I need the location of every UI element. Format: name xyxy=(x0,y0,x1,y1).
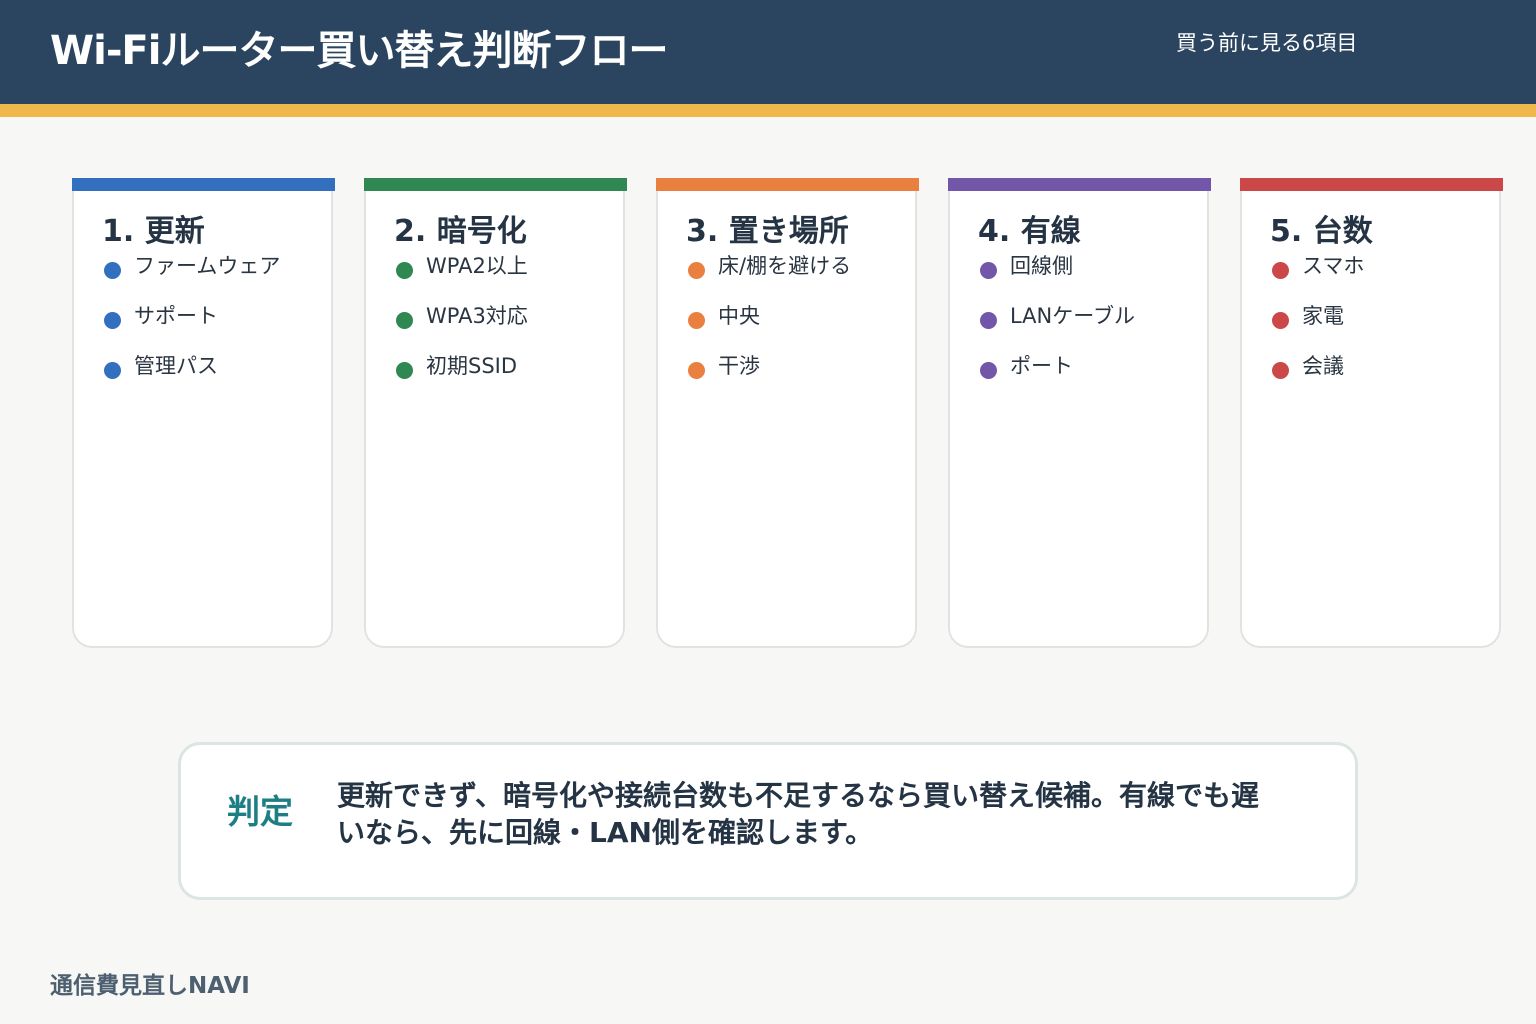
list-item-label: 干渉 xyxy=(718,354,760,378)
list-item-label: LANケーブル xyxy=(1010,304,1135,328)
card-color-bar xyxy=(948,178,1211,191)
bullet-dot-icon xyxy=(396,262,413,279)
bullet-dot-icon xyxy=(980,312,997,329)
list-item: 管理パス xyxy=(102,350,280,400)
card-wired: 4. 有線 回線側 LANケーブル ポート xyxy=(948,178,1211,648)
list-item: 初期SSID xyxy=(394,350,528,400)
card-title: 1. 更新 xyxy=(102,214,205,249)
card-item-list: 回線側 LANケーブル ポート xyxy=(978,250,1135,400)
bullet-dot-icon xyxy=(688,362,705,379)
list-item: 床/棚を避ける xyxy=(686,250,851,300)
card-placement: 3. 置き場所 床/棚を避ける 中央 干渉 xyxy=(656,178,919,648)
list-item: ポート xyxy=(978,350,1135,400)
card-color-bar xyxy=(364,178,627,191)
bullet-dot-icon xyxy=(104,262,121,279)
verdict-label: 判定 xyxy=(227,792,293,831)
list-item-label: 中央 xyxy=(718,304,760,328)
list-item: ファームウェア xyxy=(102,250,280,300)
card-color-bar xyxy=(656,178,919,191)
list-item-label: 家電 xyxy=(1302,304,1344,328)
card-title: 4. 有線 xyxy=(978,214,1081,249)
card-device-count: 5. 台数 スマホ 家電 会議 xyxy=(1240,178,1503,648)
card-encryption: 2. 暗号化 WPA2以上 WPA3対応 初期SSID xyxy=(364,178,627,648)
bullet-dot-icon xyxy=(1272,262,1289,279)
list-item: WPA3対応 xyxy=(394,300,528,350)
list-item-label: 初期SSID xyxy=(426,354,518,378)
list-item: 干渉 xyxy=(686,350,851,400)
bullet-dot-icon xyxy=(688,312,705,329)
bullet-dot-icon xyxy=(396,362,413,379)
list-item-label: 床/棚を避ける xyxy=(718,254,852,278)
card-item-list: 床/棚を避ける 中央 干渉 xyxy=(686,250,851,400)
verdict-text: 更新できず、暗号化や接続台数も不足するなら買い替え候補。有線でも遅いなら、先に回… xyxy=(337,779,1260,849)
card-title: 2. 暗号化 xyxy=(394,214,527,249)
page-title: Wi-Fiルーター買い替え判断フロー xyxy=(50,28,668,74)
header-subtitle: 買う前に見る6項目 xyxy=(1176,31,1358,55)
bullet-dot-icon xyxy=(980,362,997,379)
verdict-box: 判定 更新できず、暗号化や接続台数も不足するなら買い替え候補。有線でも遅いなら、… xyxy=(178,742,1358,900)
card-color-bar xyxy=(1240,178,1503,191)
card-title: 5. 台数 xyxy=(1270,214,1373,249)
card-item-list: スマホ 家電 会議 xyxy=(1270,250,1364,400)
list-item: 会議 xyxy=(1270,350,1364,400)
bullet-dot-icon xyxy=(688,262,705,279)
list-item: 中央 xyxy=(686,300,851,350)
list-item: LANケーブル xyxy=(978,300,1135,350)
list-item: サポート xyxy=(102,300,280,350)
bullet-dot-icon xyxy=(980,262,997,279)
list-item-label: 会議 xyxy=(1302,354,1344,378)
list-item-label: 管理パス xyxy=(134,354,218,378)
card-update: 1. 更新 ファームウェア サポート 管理パス xyxy=(72,178,335,648)
card-item-list: ファームウェア サポート 管理パス xyxy=(102,250,280,400)
list-item-label: 回線側 xyxy=(1010,254,1073,278)
bullet-dot-icon xyxy=(104,362,121,379)
list-item: WPA2以上 xyxy=(394,250,528,300)
card-item-list: WPA2以上 WPA3対応 初期SSID xyxy=(394,250,528,400)
list-item-label: WPA3対応 xyxy=(426,304,528,328)
list-item-label: サポート xyxy=(134,304,218,328)
list-item-label: ポート xyxy=(1010,354,1073,378)
list-item-label: スマホ xyxy=(1302,254,1365,278)
list-item-label: ファームウェア xyxy=(134,254,281,278)
list-item: 回線側 xyxy=(978,250,1135,300)
bullet-dot-icon xyxy=(1272,312,1289,329)
list-item-label: WPA2以上 xyxy=(426,254,528,278)
card-title: 3. 置き場所 xyxy=(686,214,849,249)
bullet-dot-icon xyxy=(396,312,413,329)
bullet-dot-icon xyxy=(104,312,121,329)
list-item: 家電 xyxy=(1270,300,1364,350)
bullet-dot-icon xyxy=(1272,362,1289,379)
footer-brand: 通信費見直しNAVI xyxy=(50,973,250,999)
card-color-bar xyxy=(72,178,335,191)
header-accent-bar xyxy=(0,104,1536,117)
list-item: スマホ xyxy=(1270,250,1364,300)
